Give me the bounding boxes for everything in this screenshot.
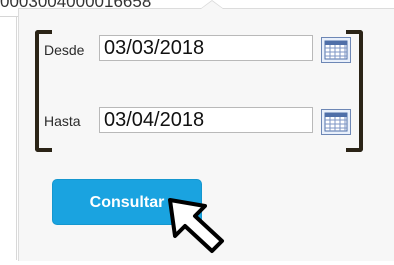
desde-label: Desde — [44, 42, 85, 58]
mouse-pointer-icon — [150, 180, 240, 265]
calendar-icon[interactable] — [321, 109, 351, 135]
panel-divider — [16, 0, 17, 260]
popup-caret — [200, 0, 224, 9]
hasta-date-input[interactable] — [99, 107, 313, 133]
calendar-icon[interactable] — [321, 37, 351, 63]
desde-date-input[interactable] — [99, 35, 313, 61]
hasta-label: Hasta — [44, 113, 81, 129]
